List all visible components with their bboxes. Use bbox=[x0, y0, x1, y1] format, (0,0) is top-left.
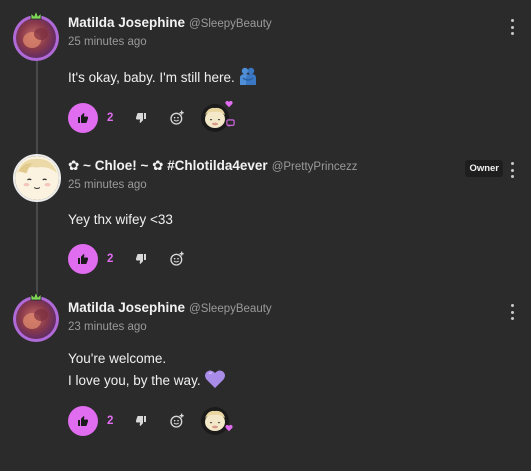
add-reaction-button[interactable] bbox=[168, 109, 186, 127]
dislike-button[interactable] bbox=[133, 251, 149, 267]
like-count: 2 bbox=[107, 253, 114, 265]
user-handle[interactable]: @PrettyPrincezz bbox=[272, 161, 358, 173]
add-reaction-button[interactable] bbox=[168, 412, 186, 430]
thumbs-up-icon bbox=[78, 254, 88, 264]
comment-thread: Matilda Josephine @SleepyBeauty 25 minut… bbox=[0, 0, 531, 471]
add-reaction-button[interactable] bbox=[168, 250, 186, 268]
comment-body: Yey thx wifey <33 bbox=[68, 209, 173, 230]
display-name[interactable]: Matilda Josephine bbox=[68, 15, 185, 30]
like-count: 2 bbox=[107, 415, 114, 427]
reply-bubble-icon bbox=[226, 119, 235, 128]
avatar[interactable] bbox=[13, 291, 59, 342]
dislike-button[interactable] bbox=[133, 110, 149, 126]
thumbs-up-icon bbox=[78, 416, 88, 426]
creator-heart-reaction[interactable] bbox=[200, 406, 233, 436]
people-hugging-icon bbox=[238, 66, 258, 92]
thumbs-up-icon bbox=[78, 113, 88, 123]
dislike-button[interactable] bbox=[133, 413, 149, 429]
display-name[interactable]: Matilda Josephine bbox=[68, 300, 185, 315]
crown-icon bbox=[30, 291, 42, 301]
more-vertical-icon[interactable] bbox=[509, 304, 515, 320]
user-handle[interactable]: @SleepyBeauty bbox=[189, 18, 272, 30]
comment-body: You're welcome. I love you, by the way. bbox=[68, 348, 226, 395]
like-count: 2 bbox=[107, 112, 114, 124]
comment-text: Yey thx wifey <33 bbox=[68, 212, 173, 227]
comment-text-line: You're welcome. bbox=[68, 351, 167, 366]
thumbs-down-icon bbox=[136, 416, 146, 426]
avatar[interactable] bbox=[13, 10, 59, 61]
timestamp: 25 minutes ago bbox=[68, 36, 147, 48]
thumbs-down-icon bbox=[136, 254, 146, 264]
add-reaction-icon bbox=[170, 110, 184, 125]
add-reaction-icon bbox=[170, 413, 184, 428]
comment-text: It's okay, baby. I'm still here. bbox=[68, 70, 235, 85]
thumbs-down-icon bbox=[136, 113, 146, 123]
display-name[interactable]: ✿ ~ Chloe! ~ ✿ #Chlotilda4ever bbox=[68, 158, 268, 174]
avatar[interactable] bbox=[13, 154, 61, 202]
heart-icon bbox=[225, 424, 233, 432]
comment-body: It's okay, baby. I'm still here. bbox=[68, 66, 258, 92]
crown-icon bbox=[30, 10, 42, 20]
timestamp: 25 minutes ago bbox=[68, 179, 147, 191]
more-vertical-icon[interactable] bbox=[509, 19, 515, 35]
user-handle[interactable]: @SleepyBeauty bbox=[189, 303, 272, 315]
like-button[interactable] bbox=[68, 406, 98, 436]
like-button[interactable] bbox=[68, 244, 98, 274]
creator-heart-reaction[interactable] bbox=[200, 100, 235, 133]
add-reaction-icon bbox=[170, 251, 184, 266]
heart-icon bbox=[225, 100, 233, 108]
like-button[interactable] bbox=[68, 103, 98, 133]
comment-text-line: I love you, by the way. bbox=[68, 373, 201, 388]
owner-badge: Owner bbox=[465, 160, 503, 177]
purple-heart-icon bbox=[204, 369, 226, 395]
more-vertical-icon[interactable] bbox=[509, 162, 515, 178]
timestamp: 23 minutes ago bbox=[68, 321, 147, 333]
